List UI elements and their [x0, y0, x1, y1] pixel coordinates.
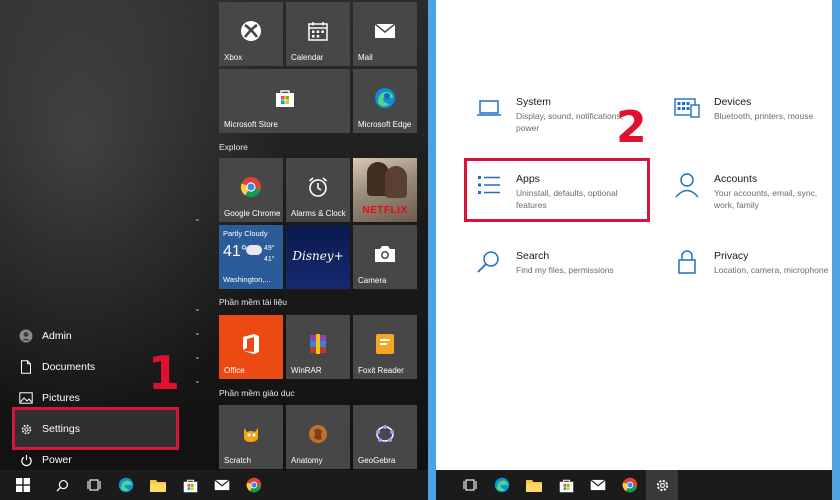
store-bag-icon — [219, 85, 350, 111]
tile-microsoft-edge[interactable]: Microsoft Edge — [353, 69, 417, 133]
power-icon — [10, 454, 42, 467]
tile-google-chrome[interactable]: Google Chrome — [219, 158, 283, 222]
search-icon — [476, 249, 502, 275]
chevron-down-icon[interactable]: ⌄ — [194, 214, 201, 223]
chevron-down-icon[interactable]: ⌄ — [194, 304, 201, 313]
weather-cloud-icon — [246, 245, 262, 255]
tile-alarms-clock[interactable]: Alarms & Clock — [286, 158, 350, 222]
file-explorer-icon[interactable] — [142, 470, 174, 500]
group-label-documents: Phần mềm tài liệu — [219, 297, 288, 307]
netflix-poster — [385, 166, 407, 198]
group-label-explore: Explore — [219, 142, 248, 152]
window-frame-left — [428, 0, 436, 500]
tile-anatomy[interactable]: Anatomy — [286, 405, 350, 469]
window-frame-right — [832, 0, 840, 500]
mail-icon — [353, 18, 417, 44]
tile-foxit-reader[interactable]: Foxit Reader — [353, 315, 417, 379]
mail-icon[interactable] — [582, 470, 614, 500]
tile-disney-plus[interactable]: Disney+ — [286, 225, 350, 289]
tile-office[interactable]: Office — [219, 315, 283, 379]
tile-calendar[interactable]: Calendar — [286, 2, 350, 66]
calendar-icon — [286, 18, 350, 44]
scratch-cat-icon — [219, 421, 283, 447]
file-explorer-icon[interactable] — [518, 470, 550, 500]
keyboard-icon — [674, 95, 700, 121]
geogebra-icon — [353, 421, 417, 447]
chrome-icon[interactable] — [614, 470, 646, 500]
tile-xbox[interactable]: Xbox — [219, 2, 283, 66]
taskbar-left — [0, 470, 428, 500]
chrome-icon — [219, 174, 283, 200]
foxit-icon — [353, 331, 417, 357]
lock-icon — [674, 249, 700, 275]
edge-icon[interactable] — [486, 470, 518, 500]
taskbar-right — [436, 470, 832, 500]
document-icon — [10, 360, 42, 374]
laptop-icon — [476, 95, 502, 121]
screenshot-root: ⌄ ⌄ ⌄ ⌄ ⌄ ⌄ Admin Documents — [0, 0, 840, 500]
tile-winrar[interactable]: WinRAR — [286, 315, 350, 379]
store-bag-icon[interactable] — [550, 470, 582, 500]
windows-start-icon[interactable] — [0, 470, 46, 500]
netflix-logo: NETFLIX — [362, 205, 408, 216]
store-bag-icon[interactable] — [174, 470, 206, 500]
search-icon[interactable] — [46, 470, 78, 500]
tile-scratch[interactable]: Scratch — [219, 405, 283, 469]
rail-item-label: Power — [42, 454, 72, 466]
rail-item-label: Admin — [42, 330, 72, 342]
edge-icon[interactable] — [110, 470, 142, 500]
step-number-1: 1 — [148, 346, 181, 400]
rail-item-label: Documents — [42, 361, 96, 373]
tile-mail[interactable]: Mail — [353, 2, 417, 66]
highlight-box-apps — [464, 158, 650, 222]
tile-netflix[interactable]: NETFLIX — [353, 158, 417, 222]
task-view-icon[interactable] — [454, 470, 486, 500]
tile-weather[interactable]: Partly Cloudy 41° 49° 41° Washington,... — [219, 225, 283, 289]
start-menu: ⌄ ⌄ ⌄ ⌄ ⌄ ⌄ Admin Documents — [0, 0, 428, 500]
xbox-icon — [219, 18, 283, 44]
rail-item-label: Pictures — [42, 392, 80, 404]
tile-geogebra[interactable]: GeoGebra — [353, 405, 417, 469]
anatomy-icon — [286, 421, 350, 447]
mail-icon[interactable] — [206, 470, 238, 500]
edge-icon — [353, 85, 417, 111]
tile-microsoft-store[interactable]: Microsoft Store — [219, 69, 350, 133]
disney-logo: Disney+ — [292, 249, 344, 263]
step-number-2: 2 — [616, 102, 647, 153]
start-tiles: Xbox Calendar Mail Microsoft Store Micro… — [212, 0, 428, 470]
office-icon — [219, 331, 283, 357]
highlight-box-settings — [12, 407, 179, 450]
person-icon — [674, 172, 700, 198]
camera-icon — [353, 241, 417, 267]
winrar-icon — [286, 331, 350, 357]
task-view-icon[interactable] — [78, 470, 110, 500]
chrome-icon[interactable] — [238, 470, 270, 500]
group-label-education: Phần mềm giáo dục — [219, 388, 295, 398]
pictures-icon — [10, 392, 42, 404]
start-rail: ⌄ ⌄ ⌄ ⌄ ⌄ ⌄ Admin Documents — [0, 0, 212, 477]
settings-window: System Display, sound, notifications, po… — [436, 0, 832, 470]
rail-item-admin[interactable]: Admin — [10, 322, 210, 350]
user-avatar-icon — [10, 329, 42, 343]
alarm-clock-icon — [286, 174, 350, 200]
tile-camera[interactable]: Camera — [353, 225, 417, 289]
gear-icon[interactable] — [646, 470, 678, 500]
